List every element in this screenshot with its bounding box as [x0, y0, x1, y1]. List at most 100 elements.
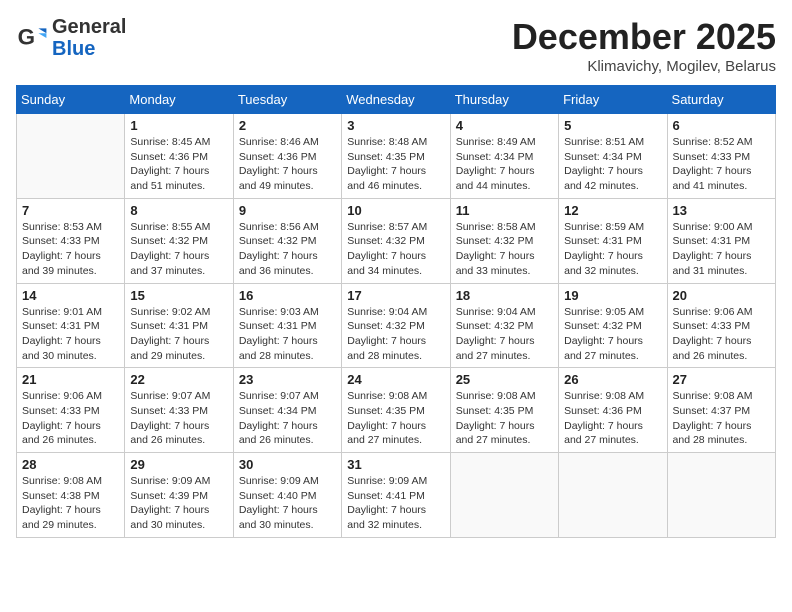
page-header: G General Blue December 2025 Klimavichy,… [16, 16, 776, 75]
day-info: Sunrise: 9:03 AM Sunset: 4:31 PM Dayligh… [239, 305, 336, 364]
calendar-cell: 5 Sunrise: 8:51 AM Sunset: 4:34 PM Daylig… [559, 114, 667, 199]
day-number: 8 [130, 203, 227, 218]
day-number: 18 [456, 288, 553, 303]
calendar-cell: 29Sunrise: 9:09 AM Sunset: 4:39 PM Dayli… [125, 453, 233, 538]
day-info: Sunrise: 8:51 AM Sunset: 4:34 PM Dayligh… [564, 135, 661, 194]
calendar-cell: 16 Sunrise: 9:03 AM Sunset: 4:31 PM Dayli… [233, 283, 341, 368]
logo-general-text: General [52, 16, 126, 38]
day-number: 22 [130, 372, 227, 387]
weekday-header-friday: Friday [559, 86, 667, 114]
week-row-1: 1 Sunrise: 8:45 AM Sunset: 4:36 PM Daylig… [17, 114, 776, 199]
logo-icon: G [16, 22, 48, 54]
calendar-cell: 13Sunrise: 9:00 AM Sunset: 4:31 PM Dayli… [667, 198, 775, 283]
calendar-cell: 22 Sunrise: 9:07 AM Sunset: 4:33 PM Dayli… [125, 368, 233, 453]
day-number: 17 [347, 288, 444, 303]
day-number: 6 [673, 118, 770, 133]
day-info: Sunrise: 9:02 AM Sunset: 4:31 PM Dayligh… [130, 305, 227, 364]
calendar-cell: 6Sunrise: 8:52 AM Sunset: 4:33 PM Daylig… [667, 114, 775, 199]
day-number: 2 [239, 118, 336, 133]
calendar-cell [17, 114, 125, 199]
calendar-cell: 9 Sunrise: 8:56 AM Sunset: 4:32 PM Daylig… [233, 198, 341, 283]
calendar-cell [667, 453, 775, 538]
day-info: Sunrise: 8:49 AM Sunset: 4:34 PM Dayligh… [456, 135, 553, 194]
day-number: 26 [564, 372, 661, 387]
day-number: 20 [673, 288, 770, 303]
weekday-header-sunday: Sunday [17, 86, 125, 114]
day-info: Sunrise: 9:06 AM Sunset: 4:33 PM Dayligh… [673, 305, 770, 364]
weekday-header-row: SundayMondayTuesdayWednesdayThursdayFrid… [17, 86, 776, 114]
day-number: 16 [239, 288, 336, 303]
day-number: 14 [22, 288, 119, 303]
calendar-cell: 31 Sunrise: 9:09 AM Sunset: 4:41 PM Dayli… [342, 453, 450, 538]
location-subtitle: Klimavichy, Mogilev, Belarus [512, 58, 776, 75]
day-info: Sunrise: 8:45 AM Sunset: 4:36 PM Dayligh… [130, 135, 227, 194]
weekday-header-saturday: Saturday [667, 86, 775, 114]
day-number: 23 [239, 372, 336, 387]
day-info: Sunrise: 9:08 AM Sunset: 4:35 PM Dayligh… [347, 389, 444, 448]
day-info: Sunrise: 8:53 AM Sunset: 4:33 PM Dayligh… [22, 220, 119, 279]
calendar-cell: 2Sunrise: 8:46 AM Sunset: 4:36 PM Daylig… [233, 114, 341, 199]
day-number: 28 [22, 457, 119, 472]
calendar-cell [559, 453, 667, 538]
calendar-cell: 12 Sunrise: 8:59 AM Sunset: 4:31 PM Dayli… [559, 198, 667, 283]
day-number: 31 [347, 457, 444, 472]
calendar-cell: 25 Sunrise: 9:08 AM Sunset: 4:35 PM Dayli… [450, 368, 558, 453]
day-info: Sunrise: 8:57 AM Sunset: 4:32 PM Dayligh… [347, 220, 444, 279]
day-number: 9 [239, 203, 336, 218]
day-info: Sunrise: 9:06 AM Sunset: 4:33 PM Dayligh… [22, 389, 119, 448]
day-info: Sunrise: 8:48 AM Sunset: 4:35 PM Dayligh… [347, 135, 444, 194]
calendar-cell: 28Sunrise: 9:08 AM Sunset: 4:38 PM Dayli… [17, 453, 125, 538]
week-row-5: 28Sunrise: 9:08 AM Sunset: 4:38 PM Dayli… [17, 453, 776, 538]
day-number: 12 [564, 203, 661, 218]
weekday-header-tuesday: Tuesday [233, 86, 341, 114]
calendar-cell: 21Sunrise: 9:06 AM Sunset: 4:33 PM Dayli… [17, 368, 125, 453]
weekday-header-monday: Monday [125, 86, 233, 114]
calendar-cell: 24 Sunrise: 9:08 AM Sunset: 4:35 PM Dayli… [342, 368, 450, 453]
day-info: Sunrise: 8:59 AM Sunset: 4:31 PM Dayligh… [564, 220, 661, 279]
day-info: Sunrise: 9:04 AM Sunset: 4:32 PM Dayligh… [347, 305, 444, 364]
day-number: 19 [564, 288, 661, 303]
title-block: December 2025 Klimavichy, Mogilev, Belar… [512, 16, 776, 75]
calendar-cell: 10 Sunrise: 8:57 AM Sunset: 4:32 PM Dayli… [342, 198, 450, 283]
day-info: Sunrise: 8:58 AM Sunset: 4:32 PM Dayligh… [456, 220, 553, 279]
day-number: 7 [22, 203, 119, 218]
day-number: 1 [130, 118, 227, 133]
day-number: 24 [347, 372, 444, 387]
calendar-cell: 14 Sunrise: 9:01 AM Sunset: 4:31 PM Dayli… [17, 283, 125, 368]
calendar-cell: 7 Sunrise: 8:53 AM Sunset: 4:33 PM Daylig… [17, 198, 125, 283]
week-row-4: 21Sunrise: 9:06 AM Sunset: 4:33 PM Dayli… [17, 368, 776, 453]
calendar-cell: 15Sunrise: 9:02 AM Sunset: 4:31 PM Dayli… [125, 283, 233, 368]
day-number: 13 [673, 203, 770, 218]
day-info: Sunrise: 9:07 AM Sunset: 4:34 PM Dayligh… [239, 389, 336, 448]
calendar-cell: 19 Sunrise: 9:05 AM Sunset: 4:32 PM Dayli… [559, 283, 667, 368]
day-info: Sunrise: 9:04 AM Sunset: 4:32 PM Dayligh… [456, 305, 553, 364]
week-row-2: 7 Sunrise: 8:53 AM Sunset: 4:33 PM Daylig… [17, 198, 776, 283]
calendar-cell: 1 Sunrise: 8:45 AM Sunset: 4:36 PM Daylig… [125, 114, 233, 199]
calendar-cell: 20 Sunrise: 9:06 AM Sunset: 4:33 PM Dayli… [667, 283, 775, 368]
day-info: Sunrise: 8:56 AM Sunset: 4:32 PM Dayligh… [239, 220, 336, 279]
calendar-cell: 23 Sunrise: 9:07 AM Sunset: 4:34 PM Dayli… [233, 368, 341, 453]
weekday-header-thursday: Thursday [450, 86, 558, 114]
week-row-3: 14 Sunrise: 9:01 AM Sunset: 4:31 PM Dayli… [17, 283, 776, 368]
calendar-cell: 8Sunrise: 8:55 AM Sunset: 4:32 PM Daylig… [125, 198, 233, 283]
day-number: 11 [456, 203, 553, 218]
calendar-cell [450, 453, 558, 538]
day-info: Sunrise: 9:09 AM Sunset: 4:41 PM Dayligh… [347, 474, 444, 533]
day-number: 25 [456, 372, 553, 387]
day-info: Sunrise: 9:07 AM Sunset: 4:33 PM Dayligh… [130, 389, 227, 448]
day-info: Sunrise: 9:09 AM Sunset: 4:40 PM Dayligh… [239, 474, 336, 533]
day-info: Sunrise: 9:08 AM Sunset: 4:35 PM Dayligh… [456, 389, 553, 448]
calendar-table: SundayMondayTuesdayWednesdayThursdayFrid… [16, 85, 776, 538]
day-number: 10 [347, 203, 444, 218]
calendar-cell: 17 Sunrise: 9:04 AM Sunset: 4:32 PM Dayli… [342, 283, 450, 368]
day-number: 5 [564, 118, 661, 133]
day-number: 3 [347, 118, 444, 133]
calendar-cell: 30Sunrise: 9:09 AM Sunset: 4:40 PM Dayli… [233, 453, 341, 538]
day-info: Sunrise: 9:05 AM Sunset: 4:32 PM Dayligh… [564, 305, 661, 364]
day-info: Sunrise: 9:01 AM Sunset: 4:31 PM Dayligh… [22, 305, 119, 364]
day-number: 29 [130, 457, 227, 472]
day-number: 4 [456, 118, 553, 133]
logo: G General Blue [16, 16, 126, 60]
svg-text:G: G [18, 24, 35, 49]
month-year-title: December 2025 [512, 16, 776, 58]
